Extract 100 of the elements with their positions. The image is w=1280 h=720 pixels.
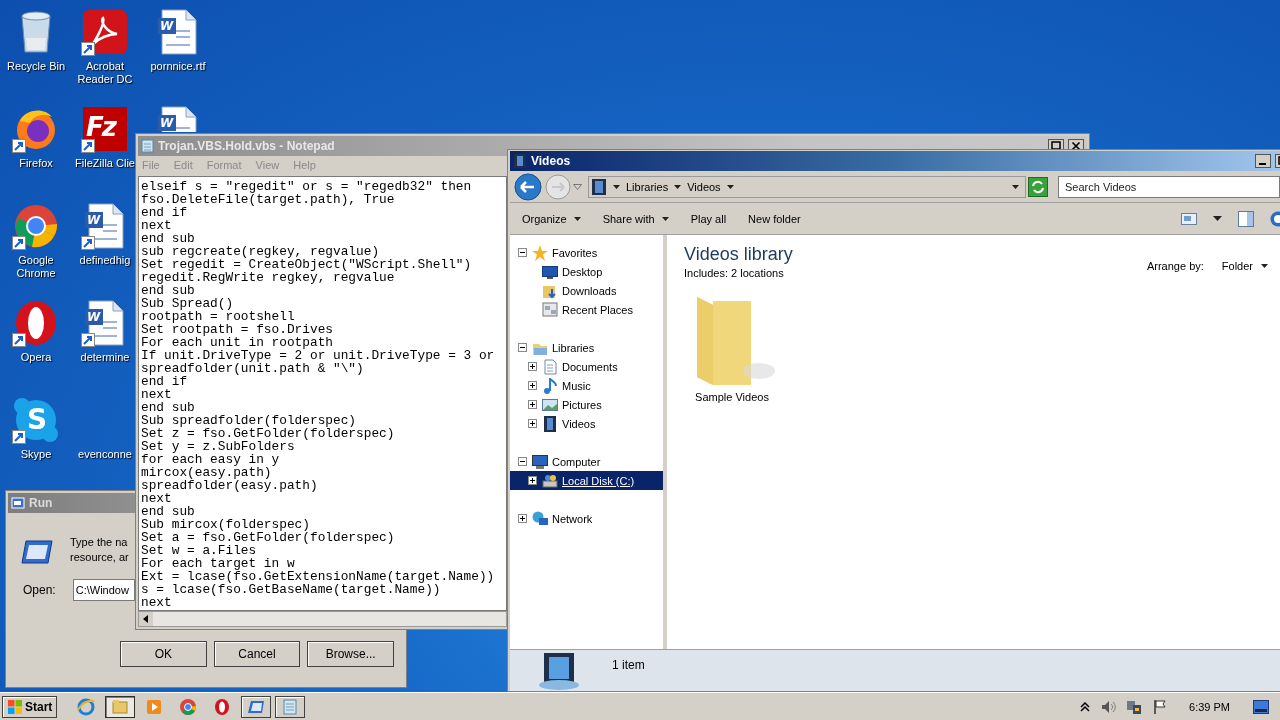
arrange-label: Arrange by: xyxy=(1146,260,1204,272)
dialog-button[interactable]: Cancel xyxy=(213,641,301,667)
code-line: spreadfolder(unit.path & "\") xyxy=(141,362,364,375)
code-line: end sub xyxy=(141,232,195,245)
history-caret-icon[interactable] xyxy=(573,183,582,190)
pdf-app-icon[interactable] xyxy=(81,8,129,56)
nav-item[interactable]: Documents xyxy=(510,357,663,376)
toolbar-button[interactable]: Share with xyxy=(596,210,675,227)
view-icon[interactable] xyxy=(1181,212,1197,225)
expand-icon[interactable] xyxy=(518,514,527,523)
caret-icon xyxy=(726,184,734,189)
code-line: Set z = fso.GetFolder(folderspec) xyxy=(141,427,395,440)
window-title: Trojan.VBS.Hold.vbs - Notepad xyxy=(158,139,335,153)
network-icon xyxy=(532,510,548,527)
start-button[interactable]: Start xyxy=(2,695,58,718)
folder-icon xyxy=(111,697,130,716)
toolbar-button[interactable]: Organize xyxy=(516,210,587,227)
caret-icon xyxy=(1012,184,1019,189)
text-area[interactable] xyxy=(138,176,507,611)
code-line: Sub Spread() xyxy=(141,297,234,310)
expand-icon[interactable] xyxy=(528,419,537,428)
expand-icon[interactable] xyxy=(528,400,537,409)
code-line: fso.DeleteFile(target.path), True xyxy=(141,193,395,206)
input-field[interactable]: C:\Window xyxy=(72,579,135,601)
back-button[interactable] xyxy=(513,171,543,202)
logo-letter: W xyxy=(160,117,174,129)
prompt-text: resource, ar xyxy=(70,550,129,565)
nav-item[interactable]: Favorites xyxy=(510,243,663,262)
desktop-icon-label: Google Chrome xyxy=(15,254,57,280)
refresh-button[interactable] xyxy=(1028,176,1048,197)
code-line: next xyxy=(141,596,172,609)
library-locations: Includes: 2 locations xyxy=(684,267,785,279)
recent-places-icon xyxy=(542,301,558,318)
window-title: Videos xyxy=(531,154,571,168)
dialog-button[interactable]: OK xyxy=(120,641,207,667)
nav-item[interactable]: Desktop xyxy=(510,262,663,281)
expand-icon[interactable] xyxy=(528,476,537,485)
windows-flag-icon xyxy=(7,698,23,715)
breadcrumb[interactable]: Videos xyxy=(687,180,721,193)
nav-item[interactable]: Computer xyxy=(510,452,663,471)
film-strip-icon xyxy=(542,415,558,432)
code-line: end if xyxy=(141,206,188,219)
network-icon[interactable] xyxy=(1126,698,1143,715)
star-icon xyxy=(532,244,548,261)
document-icon xyxy=(542,358,558,375)
dialog-button[interactable]: Browse... xyxy=(307,641,394,667)
nav-item[interactable]: Local Disk (C:) xyxy=(510,471,663,490)
breadcrumb[interactable]: Libraries xyxy=(626,180,669,193)
search-field[interactable]: Search Videos xyxy=(1058,175,1280,198)
speech-cloud-icon[interactable] xyxy=(12,396,60,444)
caret-icon xyxy=(613,184,620,189)
nav-item[interactable]: Downloads xyxy=(510,281,663,300)
code-line: For each target in w xyxy=(141,557,295,570)
collapse-icon[interactable] xyxy=(518,248,527,257)
address-bar[interactable]: Libraries Videos xyxy=(588,175,1026,198)
expand-icon[interactable] xyxy=(528,381,537,390)
folder-item[interactable]: Sample Videos xyxy=(684,291,780,403)
toolbar-button[interactable]: New folder xyxy=(742,210,807,227)
tricolor-circle-icon[interactable] xyxy=(12,202,60,250)
code-line: regedit.RegWrite regkey, regvalue xyxy=(141,271,395,284)
logo-letter: Fz xyxy=(86,114,115,140)
nav-item[interactable]: Videos xyxy=(510,414,663,433)
code-line: end sub xyxy=(141,284,195,297)
caret-icon xyxy=(1261,264,1268,268)
fz-app-icon[interactable] xyxy=(81,105,129,153)
expand-icon[interactable] xyxy=(528,362,537,371)
caret-icon[interactable] xyxy=(1213,216,1222,221)
notepad-icon xyxy=(141,139,154,153)
prompt-text: Type the na xyxy=(70,535,129,550)
logo-letter: W xyxy=(87,311,101,323)
code-line: mircox(easy.path) xyxy=(141,466,272,479)
show-hidden-icons-icon[interactable] xyxy=(1080,701,1091,712)
code-line: elseif s = "regedit" or s = "regedb32" then xyxy=(141,180,472,193)
flag-icon[interactable] xyxy=(1152,698,1169,715)
show-desktop-icon[interactable] xyxy=(1253,699,1269,714)
code-line: next xyxy=(141,492,172,505)
ring-logo-icon xyxy=(213,697,232,716)
nav-item[interactable]: Recent Places xyxy=(510,300,663,319)
collapse-icon[interactable] xyxy=(518,457,527,466)
taskbar-app[interactable] xyxy=(275,695,306,718)
horizontal-scrollbar[interactable] xyxy=(138,611,507,627)
nav-item[interactable]: Music xyxy=(510,376,663,395)
code-line: Set w = a.Files xyxy=(141,544,257,557)
toolbar-button[interactable]: Play all xyxy=(684,210,733,227)
minimize-button[interactable] xyxy=(1255,154,1271,168)
collapse-icon[interactable] xyxy=(518,343,527,352)
nav-item[interactable]: Libraries xyxy=(510,338,663,357)
desktop-icon-label: pornnice.rtf xyxy=(150,60,206,73)
nav-item[interactable]: Network xyxy=(510,509,663,528)
clock[interactable]: 6:39 PM xyxy=(1189,700,1230,713)
preview-pane-icon[interactable] xyxy=(1238,210,1254,227)
code-line: next xyxy=(141,219,172,232)
window-title: Run xyxy=(29,496,53,510)
item-count: 1 item xyxy=(612,658,645,672)
field-label: Open: xyxy=(23,583,56,597)
nav-item[interactable]: Pictures xyxy=(510,395,663,414)
arrange-dropdown[interactable]: Folder xyxy=(1215,259,1274,273)
taskbar-app[interactable] xyxy=(241,695,272,718)
taskbar-app[interactable] xyxy=(105,695,136,718)
code-line: spreadfolder(easy.path) xyxy=(141,479,318,492)
